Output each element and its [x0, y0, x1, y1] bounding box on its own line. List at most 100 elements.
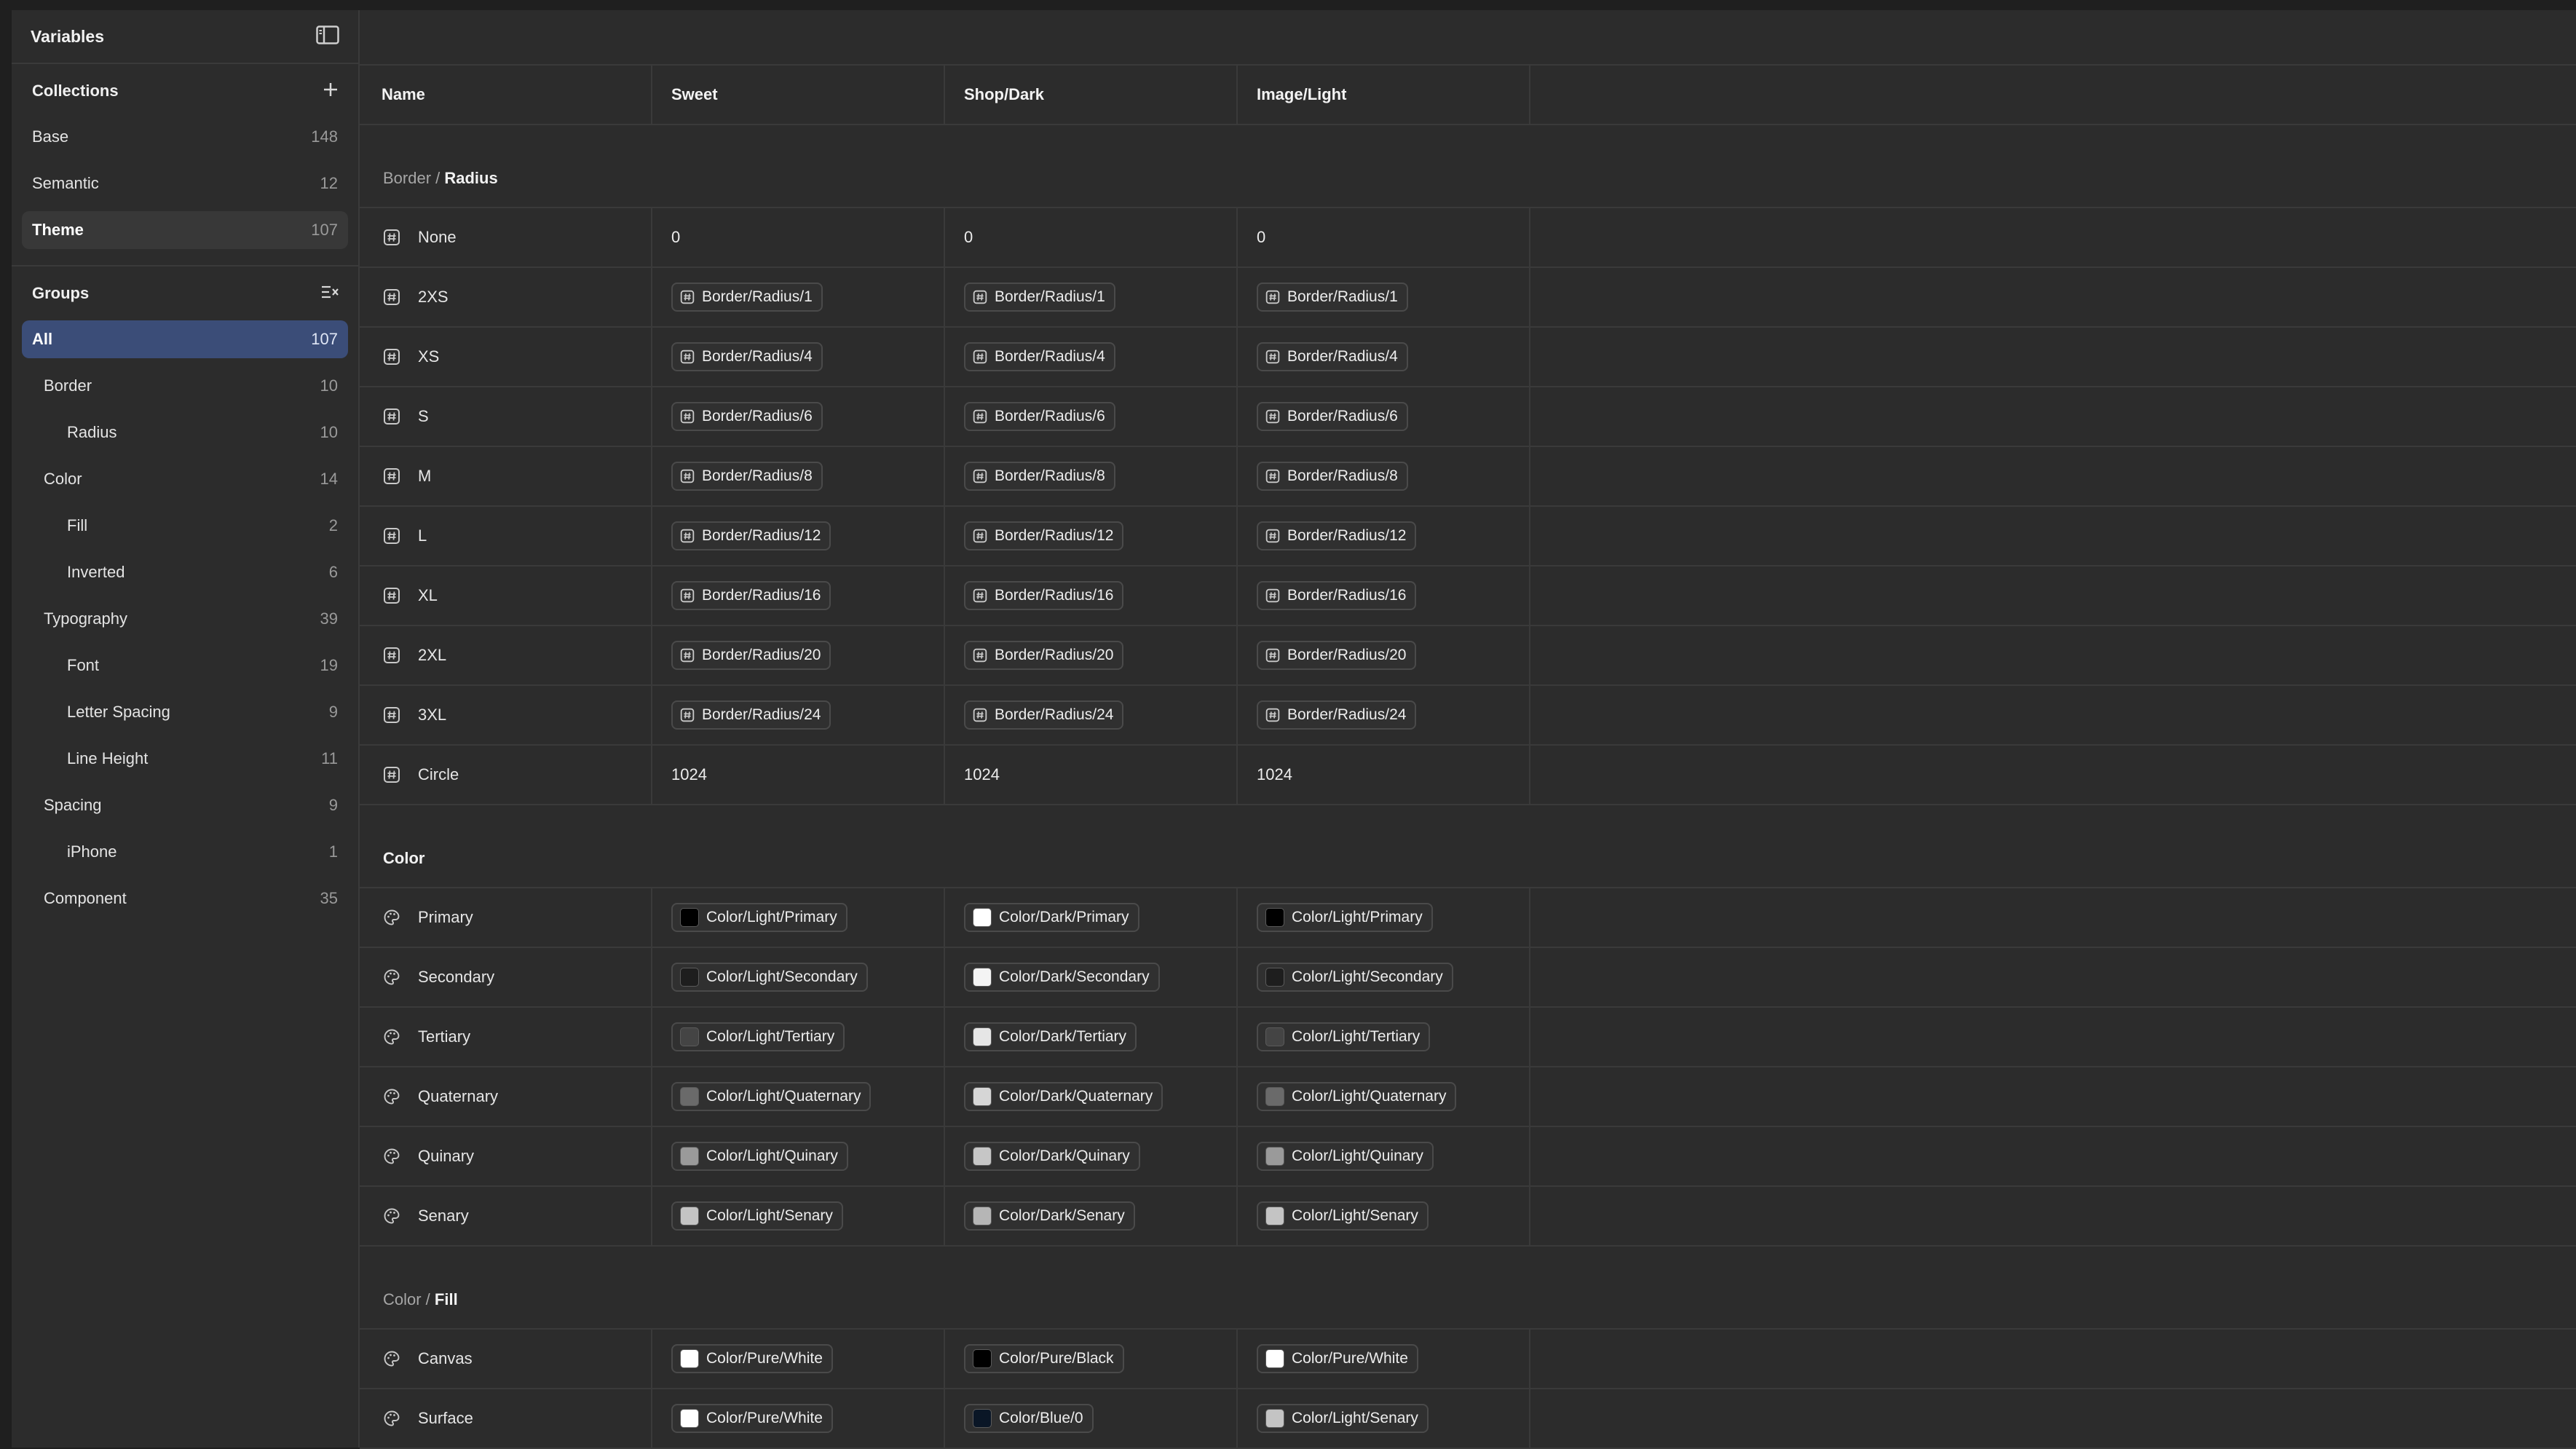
variable-name-cell[interactable]: Canvas — [360, 1330, 652, 1388]
alias-chip[interactable]: Border/Radius/4 — [964, 342, 1115, 371]
variable-row[interactable]: M Border/Radius/8 Border/Radius/8 Border/Ra… — [360, 447, 2576, 507]
alias-chip[interactable]: Color/Dark/Primary — [964, 903, 1139, 932]
alias-chip[interactable]: Color/Light/Primary — [671, 903, 848, 932]
collection-item-theme[interactable]: Theme 107 — [22, 211, 348, 249]
alias-chip[interactable]: Color/Light/Quinary — [671, 1142, 848, 1171]
variable-value-cell[interactable]: Border/Radius/20 — [1238, 626, 1530, 684]
alias-chip[interactable]: Border/Radius/8 — [671, 462, 823, 491]
variable-row[interactable]: 2XS Border/Radius/1 Border/Radius/1 Border/… — [360, 268, 2576, 328]
variable-name-cell[interactable]: Secondary — [360, 948, 652, 1006]
variable-value-cell[interactable]: Color/Pure/White — [652, 1389, 945, 1448]
raw-value[interactable]: 0 — [964, 228, 973, 247]
column-header-mode[interactable]: Sweet — [652, 66, 945, 124]
variable-value-cell[interactable]: Color/Light/Quinary — [652, 1127, 945, 1185]
variable-name-cell[interactable]: None — [360, 208, 652, 266]
variable-value-cell[interactable]: Border/Radius/6 — [652, 387, 945, 446]
variable-value-cell[interactable]: Color/Pure/White — [652, 1330, 945, 1388]
group-item-component[interactable]: Component 35 — [22, 880, 348, 917]
column-header-mode[interactable]: Shop/Dark — [945, 66, 1238, 124]
variable-row[interactable]: S Border/Radius/6 Border/Radius/6 Border/Ra… — [360, 387, 2576, 447]
alias-chip[interactable]: Color/Light/Quinary — [1257, 1142, 1434, 1171]
alias-chip[interactable]: Border/Radius/20 — [1257, 641, 1417, 670]
variable-value-cell[interactable]: Border/Radius/24 — [945, 686, 1238, 744]
variable-value-cell[interactable]: Color/Light/Quaternary — [1238, 1067, 1530, 1126]
variable-value-cell[interactable]: 1024 — [1238, 746, 1530, 804]
variable-value-cell[interactable]: Color/Dark/Quaternary — [945, 1067, 1238, 1126]
variable-name-cell[interactable]: XS — [360, 328, 652, 386]
variable-row[interactable]: Circle 1024 1024 1024 — [360, 746, 2576, 805]
raw-value[interactable]: 1024 — [1257, 765, 1292, 784]
alias-chip[interactable]: Color/Pure/Black — [964, 1344, 1124, 1373]
alias-chip[interactable]: Border/Radius/24 — [671, 700, 831, 730]
variable-value-cell[interactable]: Color/Light/Senary — [1238, 1187, 1530, 1245]
variable-value-cell[interactable]: Border/Radius/8 — [945, 447, 1238, 505]
variable-row[interactable]: Secondary Color/Light/Secondary Color/Dark… — [360, 948, 2576, 1008]
variable-value-cell[interactable]: Border/Radius/1 — [652, 268, 945, 326]
group-item-font[interactable]: Font 19 — [22, 647, 348, 684]
group-item-line-height[interactable]: Line Height 11 — [22, 740, 348, 778]
variable-value-cell[interactable]: Color/Light/Secondary — [652, 948, 945, 1006]
alias-chip[interactable]: Border/Radius/8 — [964, 462, 1115, 491]
variable-value-cell[interactable]: Color/Light/Quinary — [1238, 1127, 1530, 1185]
alias-chip[interactable]: Color/Dark/Quinary — [964, 1142, 1140, 1171]
alias-chip[interactable]: Color/Dark/Senary — [964, 1201, 1135, 1231]
alias-chip[interactable]: Color/Light/Senary — [1257, 1201, 1429, 1231]
variable-value-cell[interactable]: 1024 — [652, 746, 945, 804]
variable-name-cell[interactable]: Tertiary — [360, 1008, 652, 1066]
alias-chip[interactable]: Color/Light/Primary — [1257, 903, 1433, 932]
variable-value-cell[interactable]: Color/Light/Quaternary — [652, 1067, 945, 1126]
group-item-border[interactable]: Border 10 — [22, 367, 348, 405]
variable-value-cell[interactable]: Color/Pure/White — [1238, 1330, 1530, 1388]
variable-name-cell[interactable]: S — [360, 387, 652, 446]
variable-name-cell[interactable]: Quaternary — [360, 1067, 652, 1126]
alias-chip[interactable]: Color/Dark/Secondary — [964, 963, 1160, 992]
variable-name-cell[interactable]: Senary — [360, 1187, 652, 1245]
alias-chip[interactable]: Border/Radius/1 — [671, 283, 823, 312]
alias-chip[interactable]: Color/Light/Senary — [1257, 1404, 1429, 1433]
alias-chip[interactable]: Border/Radius/1 — [1257, 283, 1408, 312]
variable-row[interactable]: Quaternary Color/Light/Quaternary Color/Da… — [360, 1067, 2576, 1127]
alias-chip[interactable]: Color/Pure/White — [671, 1404, 833, 1433]
variable-value-cell[interactable]: Color/Light/Primary — [1238, 888, 1530, 947]
alias-chip[interactable]: Color/Dark/Quaternary — [964, 1082, 1163, 1111]
variable-name-cell[interactable]: 2XS — [360, 268, 652, 326]
group-item-inverted[interactable]: Inverted 6 — [22, 553, 348, 591]
alias-chip[interactable]: Border/Radius/12 — [1257, 521, 1417, 550]
variable-row[interactable]: Primary Color/Light/Primary Color/Dark/Pri… — [360, 888, 2576, 948]
alias-chip[interactable]: Border/Radius/6 — [964, 402, 1115, 431]
alias-chip[interactable]: Border/Radius/24 — [964, 700, 1124, 730]
variable-value-cell[interactable]: 1024 — [945, 746, 1238, 804]
alias-chip[interactable]: Border/Radius/16 — [1257, 581, 1417, 610]
variable-value-cell[interactable]: Color/Light/Tertiary — [652, 1008, 945, 1066]
alias-chip[interactable]: Border/Radius/16 — [671, 581, 831, 610]
raw-value[interactable]: 1024 — [964, 765, 1000, 784]
variable-value-cell[interactable]: Border/Radius/6 — [945, 387, 1238, 446]
variable-row[interactable]: Senary Color/Light/Senary Color/Dark/Senar… — [360, 1187, 2576, 1247]
group-item-iphone[interactable]: iPhone 1 — [22, 833, 348, 871]
alias-chip[interactable]: Border/Radius/1 — [964, 283, 1115, 312]
variable-row[interactable]: Canvas Color/Pure/White Color/Pure/Black Co… — [360, 1330, 2576, 1389]
variable-row[interactable]: 3XL Border/Radius/24 Border/Radius/24 Borde… — [360, 686, 2576, 746]
variable-name-cell[interactable]: Primary — [360, 888, 652, 947]
raw-value[interactable]: 0 — [1257, 228, 1265, 247]
variable-row[interactable]: None 0 0 0 — [360, 208, 2576, 268]
variable-value-cell[interactable]: Border/Radius/20 — [945, 626, 1238, 684]
variable-name-cell[interactable]: Circle — [360, 746, 652, 804]
variable-row[interactable]: L Border/Radius/12 Border/Radius/12 Border/… — [360, 507, 2576, 566]
variable-value-cell[interactable]: Color/Dark/Senary — [945, 1187, 1238, 1245]
alias-chip[interactable]: Border/Radius/12 — [964, 521, 1124, 550]
variable-value-cell[interactable]: Border/Radius/20 — [652, 626, 945, 684]
group-item-letter-spacing[interactable]: Letter Spacing 9 — [22, 693, 348, 731]
variable-value-cell[interactable]: Border/Radius/4 — [1238, 328, 1530, 386]
variable-name-cell[interactable]: Surface — [360, 1389, 652, 1448]
alias-chip[interactable]: Border/Radius/8 — [1257, 462, 1408, 491]
alias-chip[interactable]: Border/Radius/6 — [1257, 402, 1408, 431]
alias-chip[interactable]: Color/Light/Tertiary — [671, 1022, 845, 1051]
variable-value-cell[interactable]: Color/Light/Secondary — [1238, 948, 1530, 1006]
group-item-fill[interactable]: Fill 2 — [22, 507, 348, 545]
group-item-typography[interactable]: Typography 39 — [22, 600, 348, 638]
variable-value-cell[interactable]: Border/Radius/16 — [652, 566, 945, 625]
alias-chip[interactable]: Color/Light/Secondary — [1257, 963, 1453, 992]
group-item-color[interactable]: Color 14 — [22, 460, 348, 498]
toggle-sidebar-icon[interactable] — [316, 25, 339, 48]
